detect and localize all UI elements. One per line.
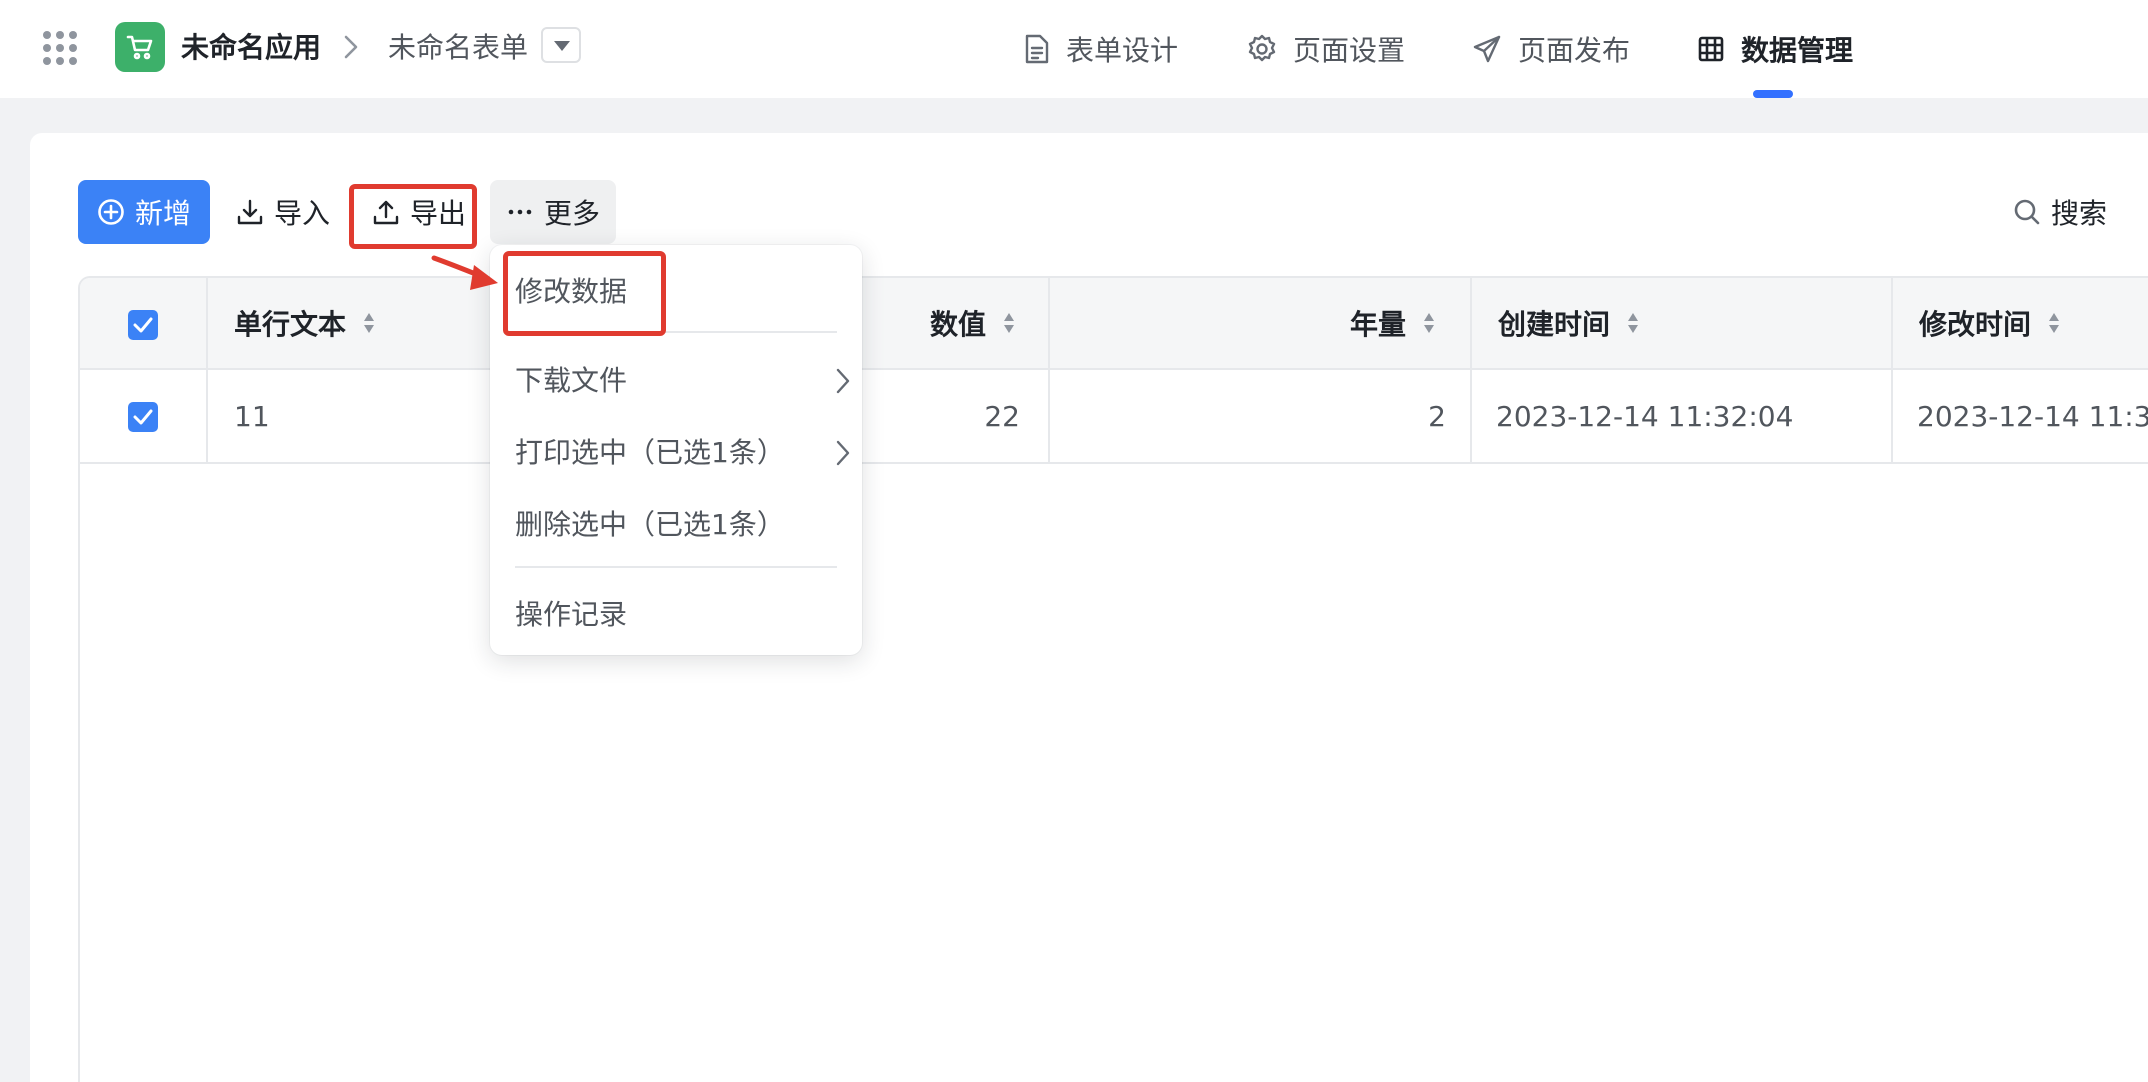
tab-page-publish-label: 页面发布 — [1518, 34, 1631, 67]
column-header-text[interactable]: 单行文本 — [234, 278, 376, 368]
select-all-checkbox[interactable] — [128, 310, 158, 340]
chevron-right-icon — [836, 368, 850, 394]
menu-divider — [515, 566, 837, 568]
search-button-label: 搜索 — [2051, 197, 2108, 230]
column-header-year-label: 年量 — [1350, 308, 1407, 341]
row-checkbox[interactable] — [128, 402, 158, 432]
table-header: 单行文本 数值 年量 创建时间 修改时间 — [80, 278, 2148, 370]
sort-icon[interactable] — [362, 311, 376, 335]
form-switch-dropdown[interactable] — [541, 27, 581, 63]
column-divider — [1048, 278, 1050, 464]
sort-icon[interactable] — [1002, 311, 1016, 335]
checkmark-icon — [133, 409, 153, 425]
menu-item-delete-selected[interactable]: 删除选中（已选1条） — [515, 505, 785, 545]
column-header-created-label: 创建时间 — [1498, 308, 1611, 341]
active-tab-indicator — [1753, 90, 1793, 98]
tab-form-design[interactable]: 表单设计 — [1024, 29, 1178, 69]
cell-year-value: 2 — [1428, 399, 1446, 433]
column-divider — [206, 278, 208, 464]
shopping-cart-icon — [115, 22, 165, 72]
plus-circle-icon — [98, 199, 124, 225]
form-name[interactable]: 未命名表单 — [388, 28, 528, 68]
document-icon — [1025, 34, 1049, 64]
sort-icon[interactable] — [1422, 311, 1436, 335]
annotation-box-modify-data — [503, 251, 666, 336]
annotation-box-export — [349, 184, 477, 249]
column-header-year[interactable]: 年量 — [1350, 278, 1436, 368]
sort-icon[interactable] — [2047, 311, 2061, 335]
column-header-modified-label: 修改时间 — [1919, 308, 2032, 341]
data-table: 单行文本 数值 年量 创建时间 修改时间 11 22 2 2023-12-14 … — [78, 276, 2148, 1082]
download-icon — [237, 199, 263, 225]
tab-page-publish[interactable]: 页面发布 — [1472, 29, 1630, 69]
tab-page-settings-label: 页面设置 — [1293, 34, 1406, 67]
checkmark-icon — [133, 317, 153, 333]
column-header-created[interactable]: 创建时间 — [1498, 278, 1640, 368]
tab-data-management[interactable]: 数据管理 — [1697, 29, 1853, 69]
gear-icon — [1248, 34, 1276, 62]
cell-text: 11 — [234, 399, 270, 433]
menu-item-download-files[interactable]: 下载文件 — [515, 361, 850, 401]
tab-data-management-label: 数据管理 — [1741, 34, 1854, 67]
menu-item-print-selected-label: 打印选中（已选1条） — [515, 436, 785, 469]
cell-modified: 2023-12-14 11:33: — [1917, 399, 2148, 433]
tab-page-settings[interactable]: 页面设置 — [1247, 29, 1405, 69]
search-icon — [2014, 199, 2040, 225]
annotation-arrow-icon — [431, 255, 498, 290]
column-header-number[interactable]: 数值 — [930, 278, 1016, 368]
table-row[interactable]: 11 22 2 2023-12-14 11:32:04 2023-12-14 1… — [80, 370, 2148, 464]
chevron-right-icon — [836, 440, 850, 466]
import-button-label: 导入 — [274, 197, 331, 230]
table-icon — [1698, 36, 1724, 62]
cell-number-value: 22 — [984, 399, 1020, 433]
more-button-label: 更多 — [544, 197, 601, 230]
menu-item-print-selected[interactable]: 打印选中（已选1条） — [515, 433, 850, 473]
app-switcher-icon[interactable] — [43, 31, 77, 65]
top-bar: 未命名应用 未命名表单 表单设计 页面设置 页面发布 数据管理 — [0, 0, 2148, 98]
import-button[interactable]: 导入 — [236, 180, 330, 244]
menu-item-operation-log[interactable]: 操作记录 — [515, 595, 627, 635]
tab-form-design-label: 表单设计 — [1066, 34, 1179, 67]
add-button[interactable]: 新增 — [78, 180, 210, 244]
send-icon — [1473, 35, 1501, 63]
breadcrumb-chevron-icon — [344, 35, 358, 59]
column-header-number-label: 数值 — [930, 308, 987, 341]
column-header-text-label: 单行文本 — [234, 308, 347, 341]
cell-created: 2023-12-14 11:32:04 — [1496, 399, 1794, 433]
sort-icon[interactable] — [1626, 311, 1640, 335]
caret-down-icon — [554, 41, 570, 51]
menu-item-download-files-label: 下载文件 — [515, 364, 628, 397]
column-divider — [1891, 278, 1893, 464]
column-header-modified[interactable]: 修改时间 — [1919, 278, 2061, 368]
column-divider — [1470, 278, 1472, 464]
add-button-label: 新增 — [134, 197, 191, 230]
app-name[interactable]: 未命名应用 — [181, 28, 321, 68]
ellipsis-icon — [508, 209, 532, 215]
search-button[interactable]: 搜索 — [2013, 188, 2107, 236]
more-button[interactable]: 更多 — [490, 180, 617, 244]
